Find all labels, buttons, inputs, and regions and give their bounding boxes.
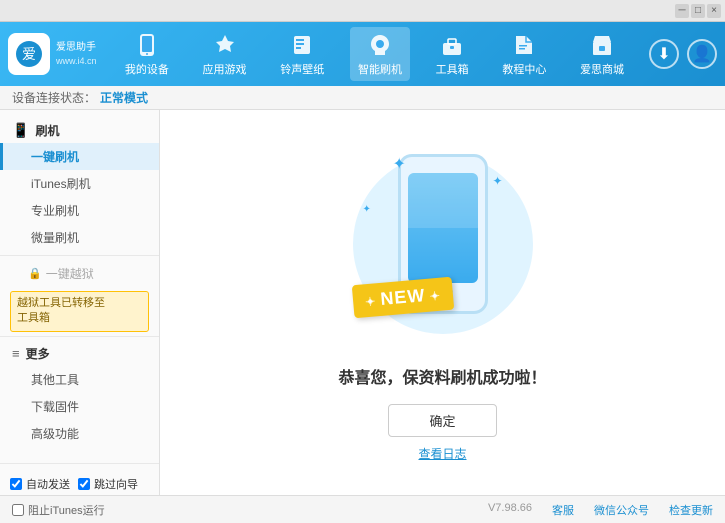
phone-icon: [133, 31, 161, 59]
logo-icon: 爱: [8, 33, 50, 75]
sidebar-item-other-tools[interactable]: 其他工具: [0, 366, 159, 393]
sidebar-separator-1: [0, 255, 159, 256]
skip-wizard-checkbox[interactable]: 跳过向导: [78, 476, 138, 492]
sidebar-section-flash-title: 📱 刷机: [0, 118, 159, 143]
nav-item-apps-games[interactable]: 应用游戏: [195, 27, 255, 81]
logo-area: 爱 爱思助手 www.i4.cn: [8, 33, 108, 75]
check-update-link[interactable]: 检查更新: [669, 502, 713, 518]
sidebar: 📱 刷机 一键刷机 iTunes刷机 专业刷机 微量刷机 🔒 一键越狱 越狱工具…: [0, 110, 160, 495]
sidebar-item-download-firmware[interactable]: 下载固件: [0, 393, 159, 420]
checkbox-row: 自动发送 跳过向导: [10, 472, 149, 495]
sidebar-item-micro-flash[interactable]: 微量刷机: [0, 224, 159, 251]
app-footer: 阻止iTunes运行 V7.98.66 客服 微信公众号 检查更新: [0, 495, 725, 523]
status-label: 设备连接状态：: [12, 89, 96, 106]
more-icon: ≡: [12, 346, 20, 361]
download-button[interactable]: ⬇: [649, 39, 679, 69]
status-bar: 设备连接状态： 正常模式: [0, 86, 725, 110]
version-label: V7.98.66: [488, 502, 532, 518]
flash-icon: [366, 31, 394, 59]
block-itunes-checkbox[interactable]: [12, 504, 24, 516]
user-button[interactable]: 👤: [687, 39, 717, 69]
top-nav: 爱 爱思助手 www.i4.cn 我的设备 应用: [0, 22, 725, 86]
phone-screen: [408, 173, 478, 283]
svg-text:爱: 爱: [22, 47, 36, 63]
success-text: 恭喜您，保资料刷机成功啦！: [338, 364, 546, 388]
nav-item-mall[interactable]: 爱思商城: [572, 27, 632, 81]
nav-items: 我的设备 应用游戏 铃声壁纸: [108, 27, 641, 81]
lock-icon: 🔒: [28, 267, 42, 280]
footer-right: V7.98.66 客服 微信公众号 检查更新: [488, 502, 713, 518]
close-button[interactable]: ×: [707, 4, 721, 18]
sidebar-disabled-jailbreak: 🔒 一键越狱: [0, 260, 159, 287]
customer-service-link[interactable]: 客服: [552, 502, 574, 518]
status-value: 正常模式: [100, 89, 148, 106]
sidebar-alert: 越狱工具已转移至工具箱: [10, 291, 149, 332]
main-layout: 📱 刷机 一键刷机 iTunes刷机 专业刷机 微量刷机 🔒 一键越狱 越狱工具…: [0, 110, 725, 495]
apps-icon: [211, 31, 239, 59]
nav-right: ⬇ 👤: [649, 39, 717, 69]
sidebar-item-one-click-flash[interactable]: 一键刷机: [0, 143, 159, 170]
music-icon: [288, 31, 316, 59]
footer-left: 阻止iTunes运行: [12, 502, 105, 518]
title-bar: ─ □ ×: [0, 0, 725, 22]
sidebar-footer: 自动发送 跳过向导: [0, 463, 159, 495]
nav-item-my-device[interactable]: 我的设备: [117, 27, 177, 81]
sidebar-more-title: ≡ 更多: [0, 341, 159, 366]
nav-item-tutorial[interactable]: 教程中心: [494, 27, 554, 81]
auto-send-checkbox[interactable]: 自动发送: [10, 476, 70, 492]
wechat-link[interactable]: 微信公众号: [594, 502, 649, 518]
mall-icon: [588, 31, 616, 59]
phone-screen-shine: [408, 173, 478, 228]
secondary-link[interactable]: 查看日志: [418, 445, 466, 462]
success-illustration: ✦ ✦ ✦ NEW: [333, 144, 553, 344]
sparkle-3: ✦: [363, 204, 371, 215]
sidebar-item-pro-flash[interactable]: 专业刷机: [0, 197, 159, 224]
nav-item-smart-flash[interactable]: 智能刷机: [350, 27, 410, 81]
maximize-button[interactable]: □: [691, 4, 705, 18]
confirm-button[interactable]: 确定: [388, 404, 496, 437]
minimize-button[interactable]: ─: [675, 4, 689, 18]
sparkle-2: ✦: [492, 174, 502, 188]
main-content: ✦ ✦ ✦ NEW 恭喜您，保资料刷机成功啦！ 确定 查看日志: [160, 110, 725, 495]
sidebar-section-flash: 📱 刷机 一键刷机 iTunes刷机 专业刷机 微量刷机: [0, 118, 159, 251]
sparkle-1: ✦: [393, 154, 406, 174]
phone-section-icon: 📱: [12, 122, 29, 139]
nav-item-toolbox[interactable]: 工具箱: [428, 27, 477, 81]
sidebar-separator-2: [0, 336, 159, 337]
toolbox-icon: [438, 31, 466, 59]
nav-item-ringtones[interactable]: 铃声壁纸: [272, 27, 332, 81]
logo-text: 爱思助手 www.i4.cn: [56, 41, 97, 68]
book-icon: [510, 31, 538, 59]
sidebar-item-itunes-flash[interactable]: iTunes刷机: [0, 170, 159, 197]
sidebar-item-advanced[interactable]: 高级功能: [0, 420, 159, 447]
